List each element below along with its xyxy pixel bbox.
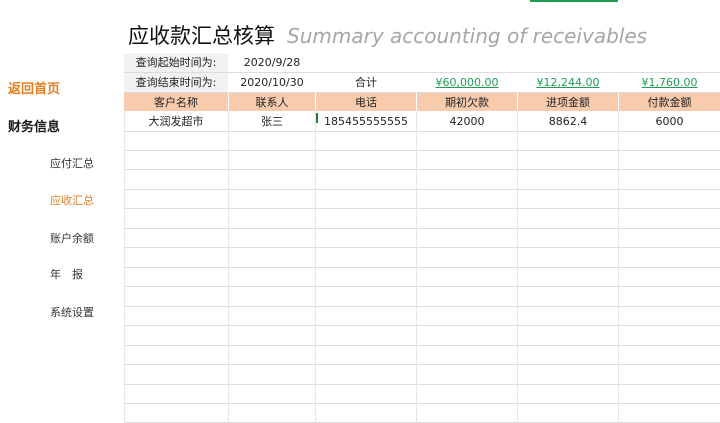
grid-line (124, 364, 720, 365)
table-cell-customer[interactable]: 大润发超市 (124, 112, 228, 131)
nav-item-account-balance[interactable]: 账户余额 (50, 230, 94, 246)
total-payment-amount: ¥1,760.00 (641, 76, 698, 89)
page-subtitle: Summary accounting of receivables (287, 24, 648, 48)
column-header-opening-debt: 期初欠款 (417, 93, 517, 111)
nav-item-settings[interactable]: 系统设置 (50, 304, 94, 320)
grid-line (618, 111, 619, 423)
grid-line (315, 111, 316, 423)
grid-line (124, 131, 720, 132)
grid-line (124, 92, 720, 93)
grid-line (124, 111, 125, 423)
grid-line (124, 325, 720, 326)
table-cell-contact[interactable]: 张三 (229, 112, 315, 131)
column-header-incoming-amount: 进项金额 (518, 93, 618, 111)
grid-line (124, 169, 720, 170)
nav-section-finance: 财务信息 (8, 120, 61, 135)
nav-item-receivables[interactable]: 应收汇总 (50, 192, 94, 208)
grid-line (124, 345, 720, 346)
query-end-value[interactable]: 2020/10/30 (229, 73, 315, 92)
table-cell-opening-debt[interactable]: 42000 (417, 112, 517, 131)
table-cell-phone[interactable]: 185455555555 (316, 112, 416, 131)
grid-line (416, 111, 417, 423)
table-cell-incoming-amount[interactable]: 8862.4 (518, 112, 618, 131)
grid-line (124, 189, 720, 190)
grid-line (124, 403, 720, 404)
grid-line (124, 247, 720, 248)
nav-item-annual-report[interactable]: 年 报 (50, 266, 83, 282)
cell-selection-marker (316, 113, 318, 123)
grid-line (124, 72, 720, 73)
top-accent-bar (530, 0, 618, 2)
total-label: 合计 (355, 76, 377, 89)
nav-item-payables[interactable]: 应付汇总 (50, 155, 94, 171)
grid-line (228, 111, 229, 423)
column-header-customer: 客户名称 (124, 93, 228, 111)
sidebar: 返回首页 财务信息 应付汇总 应收汇总 账户余额 年 报 系统设置 (0, 0, 122, 423)
grid-line (124, 228, 720, 229)
query-start-value[interactable]: 2020/9/28 (229, 53, 315, 72)
query-end-label: 查询结束时间为: (124, 73, 228, 92)
total-opening-debt: ¥60,000.00 (435, 76, 499, 89)
total-incoming-amount: ¥12,244.00 (536, 76, 600, 89)
grid-line (124, 384, 720, 385)
page-title: 应收款汇总核算 (128, 24, 275, 48)
grid-line (124, 286, 720, 287)
grid-line (517, 111, 518, 423)
column-header-payment-amount: 付款金额 (619, 93, 720, 111)
column-header-phone: 电话 (316, 93, 416, 111)
grid-line (124, 208, 720, 209)
grid-line (124, 150, 720, 151)
nav-home-link[interactable]: 返回首页 (8, 78, 60, 97)
query-start-label: 查询起始时间为: (124, 53, 228, 72)
grid-line (124, 267, 720, 268)
table-cell-payment-amount[interactable]: 6000 (619, 112, 720, 131)
column-header-contact: 联系人 (229, 93, 315, 111)
grid-line (124, 306, 720, 307)
